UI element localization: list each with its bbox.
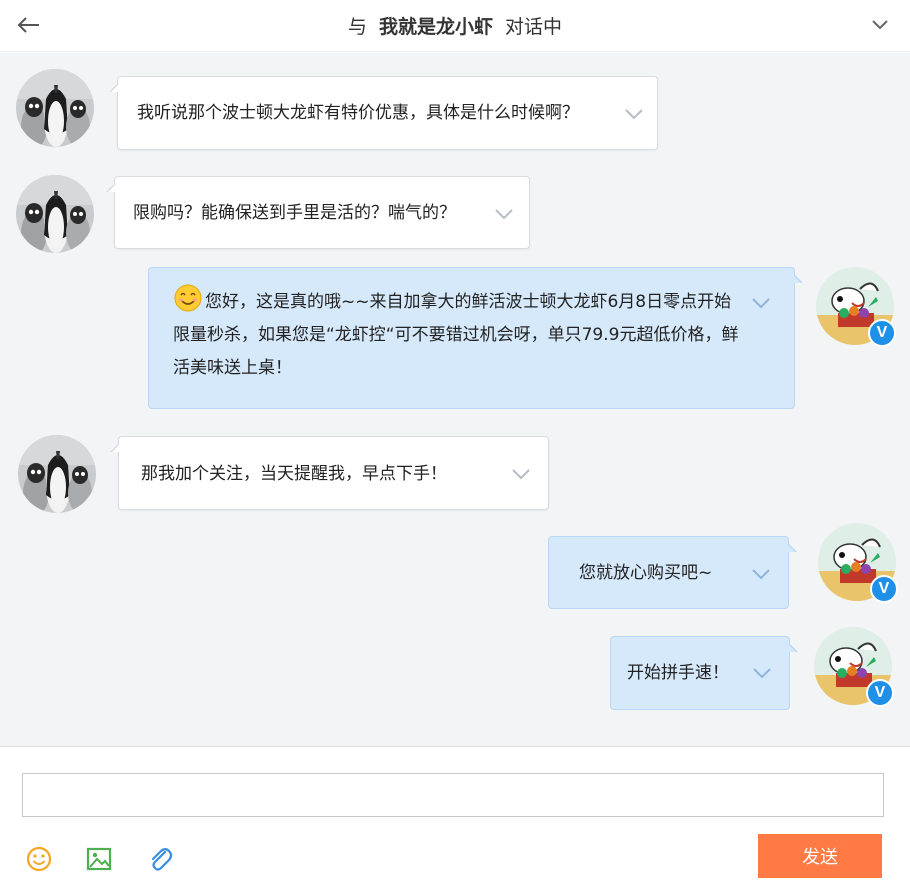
outgoing-message[interactable]: 您就放心购买吧~: [548, 536, 797, 609]
chevron-down-icon[interactable]: [510, 466, 532, 482]
user-avatar[interactable]: V: [814, 627, 894, 707]
chevron-down-icon[interactable]: [750, 566, 772, 582]
outgoing-message[interactable]: 您好，这是真的哦~~来自加拿大的鲜活波士顿大龙虾6月8日零点开始限量秒杀，如果您…: [148, 267, 803, 409]
message-body: 您好，这是真的哦~~来自加拿大的鲜活波士顿大龙虾6月8日零点开始限量秒杀，如果您…: [173, 283, 743, 385]
message-text: 我听说那个波士顿大龙虾有特价优惠，具体是什么时候啊？: [137, 103, 579, 123]
message-text: 限购吗？能确保送到手里是活的？喘气的？: [133, 203, 456, 223]
chevron-down-icon[interactable]: [623, 106, 645, 122]
contact-name[interactable]: 我就是龙小虾: [379, 16, 493, 38]
chevron-down-icon[interactable]: [868, 12, 892, 36]
user-avatar[interactable]: V: [818, 523, 898, 603]
message-text: 您好，这是真的哦~~来自加拿大的鲜活波士顿大龙虾6月8日零点开始限量秒杀，如果您…: [173, 292, 739, 378]
verified-badge: V: [868, 319, 896, 347]
verified-badge: V: [870, 575, 898, 603]
title-suffix: 对话中: [505, 16, 563, 38]
chat-header: 与 我就是龙小虾 对话中: [0, 0, 910, 52]
incoming-message[interactable]: 限购吗？能确保送到手里是活的？喘气的？: [106, 176, 530, 249]
emoji-icon[interactable]: [25, 845, 53, 873]
message-text: 开始拼手速！: [627, 663, 729, 683]
compose-area: 发送: [0, 746, 910, 884]
message-text: 您就放心购买吧~: [579, 563, 713, 583]
image-icon[interactable]: [85, 845, 113, 873]
contact-avatar[interactable]: [16, 69, 94, 147]
incoming-message[interactable]: 我听说那个波士顿大龙虾有特价优惠，具体是什么时候啊？: [109, 76, 658, 150]
chevron-down-icon[interactable]: [750, 295, 772, 311]
contact-avatar[interactable]: [16, 175, 94, 253]
smiley-emoji-icon: [174, 284, 202, 312]
conversation-title: 与 我就是龙小虾 对话中: [0, 12, 910, 39]
title-prefix: 与: [347, 16, 367, 38]
message-input[interactable]: [22, 773, 884, 817]
user-avatar[interactable]: V: [816, 267, 896, 347]
chevron-down-icon[interactable]: [493, 206, 515, 222]
incoming-message[interactable]: 那我加个关注，当天提醒我，早点下手！: [110, 436, 549, 510]
chevron-down-icon[interactable]: [751, 665, 773, 681]
send-button[interactable]: 发送: [758, 834, 882, 878]
message-text: 那我加个关注，当天提醒我，早点下手！: [141, 464, 447, 484]
message-list[interactable]: 我听说那个波士顿大龙虾有特价优惠，具体是什么时候啊？ 限购吗？能确保送到手里是活…: [0, 53, 910, 746]
contact-avatar[interactable]: [18, 435, 96, 513]
attachment-icon[interactable]: [146, 845, 174, 873]
outgoing-message[interactable]: 开始拼手速！: [610, 636, 798, 710]
verified-badge: V: [866, 679, 894, 707]
